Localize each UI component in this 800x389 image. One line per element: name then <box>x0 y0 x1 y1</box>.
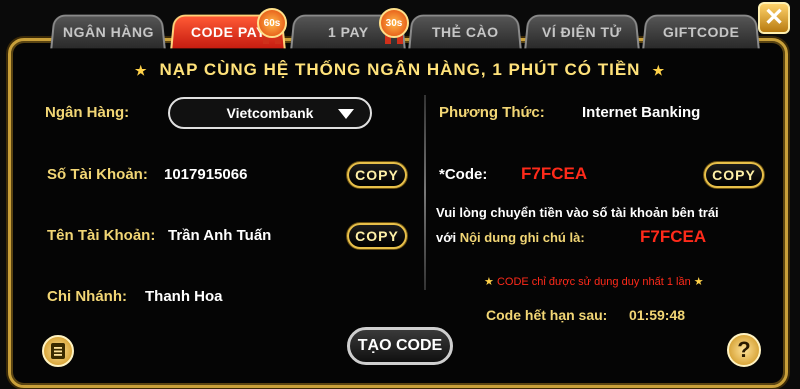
generate-code-button[interactable]: TẠO CODE <box>347 327 453 365</box>
warning-text: CODE chỉ được sử dụng duy nhất 1 lần <box>496 276 691 288</box>
bank-label: Ngân Hàng: <box>45 104 130 121</box>
tab-vi-dien-tu[interactable]: VÍ ĐIỆN TỬ <box>524 14 640 49</box>
help-button[interactable]: ? <box>727 333 761 367</box>
code-value: F7FCEA <box>521 164 588 183</box>
instruction-code: F7FCEA <box>640 227 707 246</box>
single-use-warning: ★ CODE chỉ được sử dụng duy nhất 1 lần ★ <box>484 275 704 288</box>
star-icon: ★ <box>484 276 494 288</box>
star-icon: ★ <box>693 276 704 288</box>
expiry-countdown: 01:59:48 <box>629 307 686 323</box>
account-name-value: Trần Anh Tuấn <box>168 227 272 244</box>
branch-label: Chi Nhánh: <box>47 288 127 305</box>
method-value: Internet Banking <box>582 104 701 121</box>
chevron-down-icon <box>338 109 354 119</box>
list-icon <box>51 343 65 359</box>
tab-giftcode[interactable]: GIFTCODE <box>642 14 760 49</box>
timer-badge-60s: 60s <box>257 8 287 38</box>
star-icon: ★ <box>134 63 148 78</box>
close-button[interactable]: ✕ <box>758 2 790 34</box>
account-number-label: Số Tài Khoản: <box>47 166 148 183</box>
bank-select[interactable]: Vietcombank <box>168 97 372 129</box>
instruction-line-2: với Nội dung ghi chú là: <box>436 230 585 245</box>
star-icon: ★ <box>652 63 666 78</box>
bank-select-value: Vietcombank <box>226 105 314 121</box>
headline: ★ NẠP CÙNG HỆ THỐNG NGÂN HÀNG, 1 PHÚT CÓ … <box>0 60 800 80</box>
instruction-prefix: với <box>436 230 457 245</box>
tab-ngan-hang[interactable]: NGÂN HÀNG <box>50 14 166 49</box>
copy-account-number-button[interactable]: COPY <box>347 162 407 188</box>
code-label: *Code: <box>439 166 488 183</box>
branch-value: Thanh Hoa <box>145 288 223 305</box>
headline-text: NẠP CÙNG HỆ THỐNG NGÂN HÀNG, 1 PHÚT CÓ T… <box>159 60 641 79</box>
expiry-label: Code hết hạn sau: <box>486 307 608 323</box>
history-button[interactable] <box>42 335 74 367</box>
method-label: Phương Thức: <box>439 104 545 121</box>
question-icon: ? <box>737 337 751 362</box>
copy-account-name-button[interactable]: COPY <box>347 223 407 249</box>
column-divider <box>424 95 426 290</box>
instruction-label: Nội dung ghi chú là: <box>459 230 585 245</box>
tab-the-cao[interactable]: THẺ CÀO <box>408 14 522 49</box>
account-name-label: Tên Tài Khoản: <box>47 227 156 244</box>
timer-badge-30s: 30s <box>379 8 409 38</box>
account-number-value: 1017915066 <box>164 166 248 183</box>
copy-code-button[interactable]: COPY <box>704 162 764 188</box>
instruction-line-1: Vui lòng chuyển tiền vào số tài khoản bê… <box>436 205 719 220</box>
close-icon: ✕ <box>763 4 785 31</box>
